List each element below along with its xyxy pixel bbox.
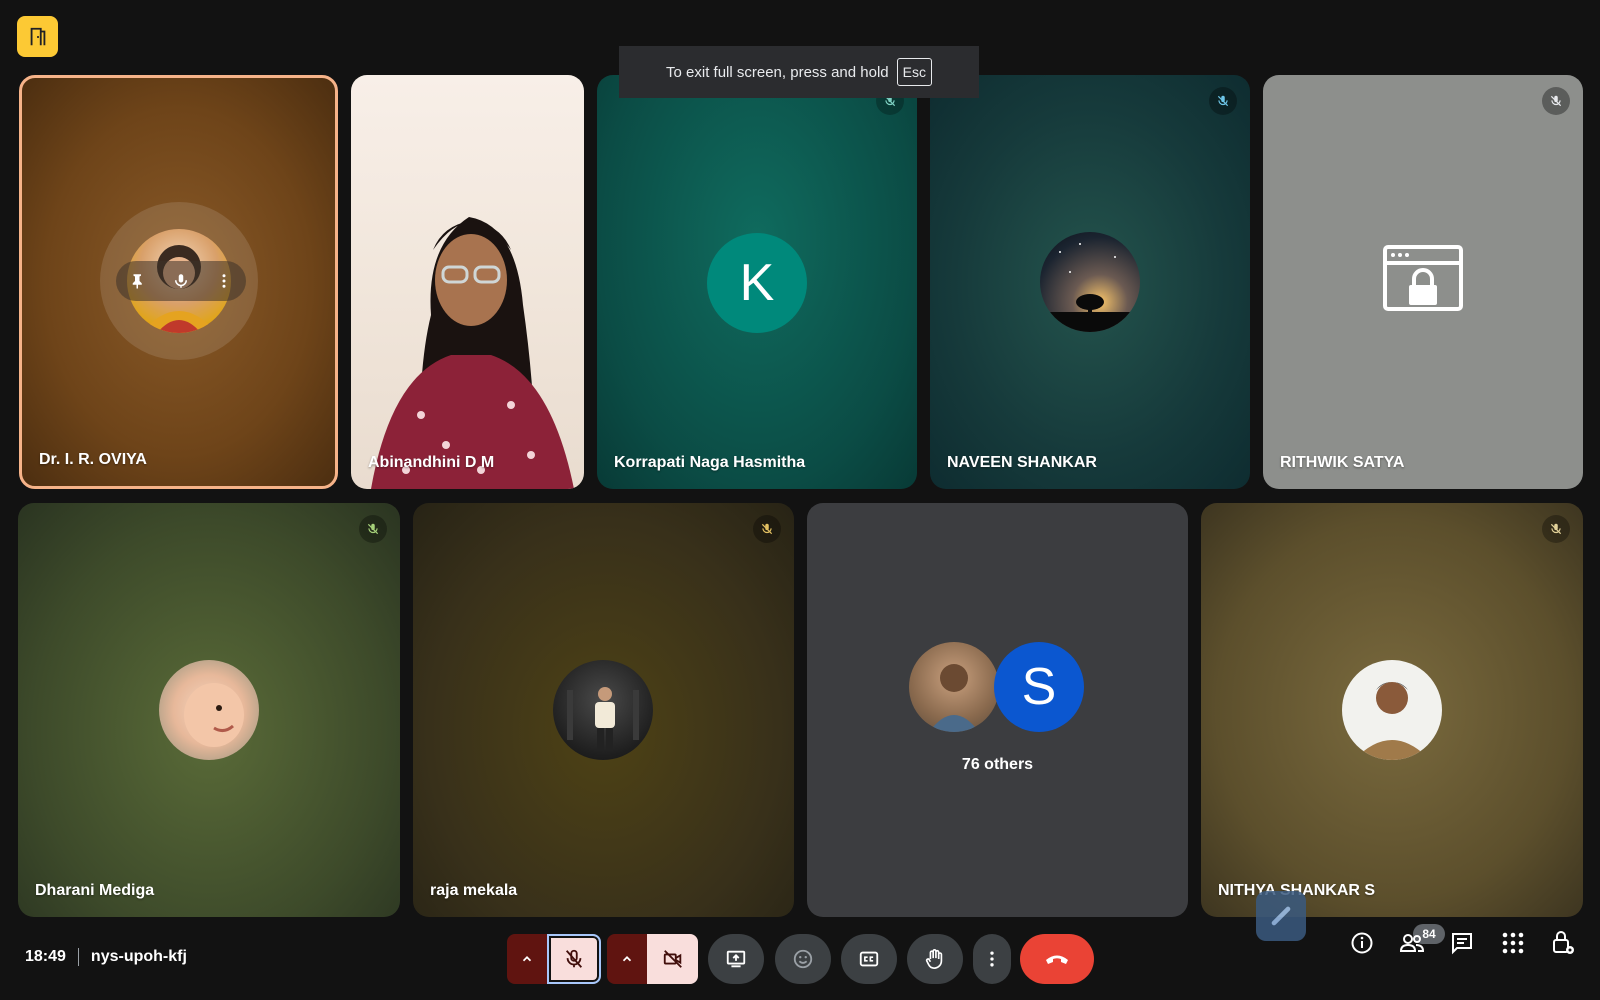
slash-logo-icon bbox=[1271, 906, 1291, 926]
participant-name: Dr. I. R. OVIYA bbox=[39, 451, 147, 468]
participant-name: raja mekala bbox=[430, 882, 518, 899]
others-tile[interactable]: S 76 others bbox=[807, 503, 1188, 917]
present-screen-button[interactable] bbox=[708, 934, 764, 984]
tile-hover-controls bbox=[116, 261, 246, 301]
apps-grid-icon bbox=[1502, 932, 1524, 954]
raise-hand-button[interactable] bbox=[907, 934, 963, 984]
pin-icon[interactable] bbox=[129, 272, 147, 290]
participant-tile-nithya[interactable]: NITHYA SHANKAR S bbox=[1201, 503, 1583, 917]
more-vert-icon[interactable] bbox=[215, 272, 233, 290]
participant-name: NAVEEN SHANKAR bbox=[947, 454, 1097, 471]
mic-toggle-button[interactable] bbox=[547, 934, 601, 984]
avatar bbox=[1040, 232, 1140, 332]
avatar bbox=[909, 642, 999, 732]
locked-browser-icon bbox=[1383, 245, 1463, 311]
divider bbox=[77, 948, 79, 966]
host-lock-icon bbox=[1553, 931, 1574, 954]
chevron-up-icon bbox=[522, 956, 532, 962]
avatar: S bbox=[994, 642, 1084, 732]
activities-button[interactable] bbox=[1498, 928, 1528, 958]
participant-tile-korrapati[interactable]: K Korrapati Naga Hasmitha bbox=[597, 75, 917, 489]
mic-off-icon bbox=[1542, 515, 1570, 543]
video-options-button[interactable] bbox=[607, 934, 647, 984]
camera-off-icon bbox=[663, 950, 682, 968]
host-controls-button[interactable] bbox=[1548, 928, 1578, 958]
meeting-details-button[interactable] bbox=[1347, 928, 1377, 958]
captions-button[interactable] bbox=[841, 934, 897, 984]
participant-tile-dharani[interactable]: Dharani Mediga bbox=[18, 503, 400, 917]
participant-video bbox=[371, 217, 574, 489]
clock-time: 18:49 bbox=[25, 948, 66, 965]
emoji-reaction-button[interactable] bbox=[775, 934, 831, 984]
avatar-letter: K bbox=[739, 254, 775, 312]
meeting-info: 18:49 nys-upoh-kfj bbox=[25, 948, 187, 966]
chevron-up-icon bbox=[622, 956, 632, 962]
avatar bbox=[159, 660, 259, 760]
camera-toggle-button[interactable] bbox=[647, 934, 698, 984]
participant-tile-raja[interactable]: raja mekala bbox=[413, 503, 794, 917]
raise-hand-icon bbox=[925, 949, 943, 969]
chat-button[interactable] bbox=[1447, 928, 1477, 958]
leave-call-icon bbox=[1046, 955, 1068, 964]
info-icon bbox=[1351, 932, 1373, 954]
mic-off-icon bbox=[753, 515, 781, 543]
meeting-code[interactable]: nys-upoh-kfj bbox=[91, 948, 187, 966]
more-options-button[interactable] bbox=[973, 934, 1011, 984]
mic-off-icon bbox=[359, 515, 387, 543]
participant-name: Abinandhini D M bbox=[368, 454, 495, 471]
participant-tile-oviya[interactable]: Dr. I. R. OVIYA bbox=[19, 75, 338, 489]
leave-call-button[interactable] bbox=[1020, 934, 1094, 984]
mic-icon[interactable] bbox=[172, 272, 190, 290]
mic-off-icon bbox=[1209, 87, 1237, 115]
more-vert-icon bbox=[990, 951, 994, 967]
participant-tile-abinandhini[interactable]: Abinandhini D M bbox=[351, 75, 584, 489]
esc-key-hint: Esc bbox=[896, 58, 932, 86]
emoji-icon bbox=[793, 949, 813, 969]
present-screen-icon bbox=[726, 950, 746, 968]
fullscreen-exit-toast: To exit full screen, press and hold Esc bbox=[619, 46, 979, 98]
participant-name: RITHWIK SATYA bbox=[1280, 454, 1405, 471]
participant-tile-naveen[interactable]: NAVEEN SHANKAR bbox=[930, 75, 1250, 489]
audio-options-button[interactable] bbox=[507, 934, 547, 984]
people-button[interactable] bbox=[1397, 928, 1427, 958]
participant-tile-rithwik[interactable]: RITHWIK SATYA bbox=[1263, 75, 1583, 489]
captions-icon bbox=[859, 951, 879, 967]
chat-icon bbox=[1452, 933, 1472, 955]
avatar-letter: S bbox=[1021, 658, 1057, 716]
avatar bbox=[1342, 660, 1442, 760]
door-exit-icon bbox=[30, 27, 45, 45]
avatar bbox=[553, 660, 653, 760]
mic-off-icon bbox=[1542, 87, 1570, 115]
meet-door-logo[interactable] bbox=[17, 16, 58, 57]
toast-text: To exit full screen, press and hold bbox=[666, 63, 889, 81]
participant-name: Korrapati Naga Hasmitha bbox=[614, 454, 806, 471]
people-icon bbox=[1399, 934, 1425, 952]
meeting-controls-bar: 18:49 nys-upoh-kfj 84 bbox=[0, 924, 1600, 988]
avatar: K bbox=[707, 233, 807, 333]
participant-name: Dharani Mediga bbox=[35, 882, 155, 899]
mic-off-icon bbox=[565, 949, 583, 968]
others-count-label: 76 others bbox=[961, 756, 1034, 773]
